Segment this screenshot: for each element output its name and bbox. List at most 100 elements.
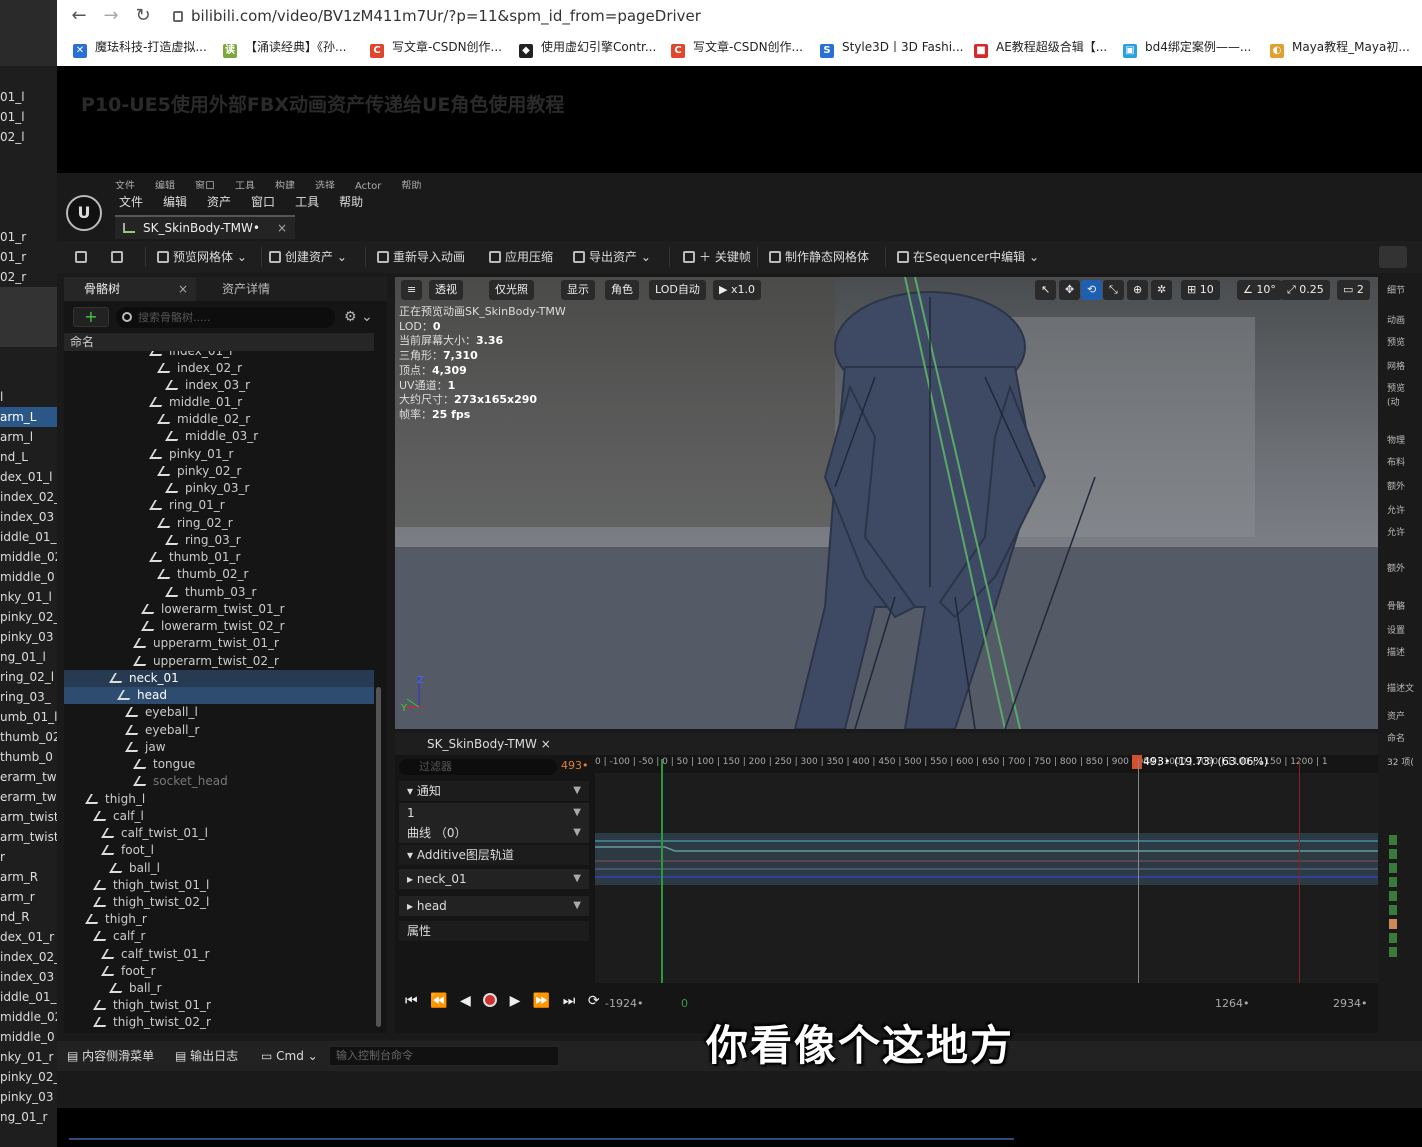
timeline-graph[interactable]: 493• (19.73) (63.06%) <box>595 755 1378 983</box>
toolbar-button[interactable]: 应用压缩 <box>489 248 553 266</box>
bone-row[interactable]: foot_l <box>64 842 374 859</box>
bone-row[interactable]: head <box>64 687 374 704</box>
bone-row[interactable]: calf_twist_01_r <box>64 946 374 963</box>
timeline-track[interactable]: ▸ head ▼ <box>399 896 589 916</box>
menu-item[interactable]: 窗口 <box>251 195 275 209</box>
bone-row[interactable]: tongue <box>64 756 374 773</box>
timeline-tab[interactable]: SK_SkinBody-TMW × <box>401 733 551 755</box>
bone-row[interactable]: ring_01_r <box>64 497 374 514</box>
add-bone-button[interactable]: + <box>73 307 109 327</box>
bone-row[interactable]: lowerarm_twist_01_r <box>64 601 374 618</box>
toolbar-button[interactable]: 创建资产 ⌄ <box>269 248 347 266</box>
strip-item[interactable]: r <box>0 847 57 867</box>
to-end-icon[interactable]: ⏭ <box>563 993 576 1009</box>
menu-item[interactable]: 资产 <box>207 195 231 209</box>
toolbar-button[interactable]: 导出资产 ⌄ <box>573 248 651 266</box>
bone-row[interactable]: jaw <box>64 739 374 756</box>
bookmark-item[interactable]: ✕ 魔珐科技-打造虚拟... <box>73 38 207 58</box>
bone-row[interactable]: calf_l <box>64 808 374 825</box>
save-icon[interactable] <box>75 248 87 266</box>
viewport-button[interactable]: 仅光照 <box>489 280 534 300</box>
viewport-button[interactable]: ▶ x1.0 <box>713 280 761 300</box>
timeline-track[interactable]: ▾ Additive图层轨道 <box>399 845 589 865</box>
strip-item[interactable]: 01_r <box>0 227 57 247</box>
bone-row[interactable]: thigh_twist_01_l <box>64 877 374 894</box>
bone-row[interactable]: middle_03_r <box>64 428 374 445</box>
strip-item[interactable]: 01_l <box>0 87 57 107</box>
track-filter-input[interactable]: 过滤器 <box>399 759 557 775</box>
timeline-track[interactable]: 曲线 （0） ▼ <box>399 823 589 843</box>
bookmark-item[interactable]: C 写文章-CSDN创作... <box>671 38 803 58</box>
transform-tool-icon[interactable]: ↖ <box>1035 280 1057 300</box>
transform-tool-icon[interactable]: ⟲ <box>1081 280 1103 300</box>
bookmark-item[interactable]: 读【涌读经典】《孙... <box>223 38 346 58</box>
viewport-button[interactable]: ⤢ 0.25 <box>1281 280 1330 300</box>
viewport[interactable]: ≡ 透视 仅光照 显示 角色 LOD自动 ▶ x1.0 ⊞ 10 ∠ 10° ⤢ 0.25 ▭ 2 ↖… <box>395 277 1378 729</box>
start-marker[interactable] <box>661 759 663 983</box>
video-progress-bar[interactable] <box>69 1138 1014 1140</box>
transform-tool-icon[interactable]: ✲ <box>1151 280 1173 300</box>
viewport-button[interactable]: LOD自动 <box>649 280 706 300</box>
viewport-button[interactable]: 角色 <box>605 280 639 300</box>
menu-item[interactable]: 文件 <box>119 195 143 209</box>
close-icon[interactable]: × <box>277 217 287 239</box>
strip-item[interactable]: ng_01_l <box>0 647 57 667</box>
toolbar-button[interactable]: 在Sequencer中编辑 ⌄ <box>897 248 1039 266</box>
bone-row[interactable]: calf_twist_01_l <box>64 825 374 842</box>
strip-item[interactable]: arm_R <box>0 867 57 887</box>
bone-row[interactable]: thumb_02_r <box>64 566 374 583</box>
strip-item[interactable]: arm_L <box>0 407 57 427</box>
strip-item[interactable]: middle_02 <box>0 1007 57 1027</box>
bookmark-item[interactable]: ◆ 使用虚幻引擎Contr... <box>519 38 656 58</box>
viewport-button[interactable]: 透视 <box>429 280 463 300</box>
asset-tab[interactable]: SK_SkinBody-TMW• × <box>115 215 295 239</box>
strip-item[interactable]: erarm_twi <box>0 767 57 787</box>
bone-row[interactable]: ring_03_r <box>64 532 374 549</box>
strip-item[interactable]: 02_r <box>0 267 57 287</box>
skeleton-search-input[interactable]: 搜索骨骼树..... <box>116 307 335 328</box>
play-icon[interactable]: ▶ <box>510 993 521 1009</box>
strip-item[interactable]: umb_01_l <box>0 707 57 727</box>
strip-item[interactable]: l <box>0 387 57 407</box>
cmd-dropdown[interactable]: ▭ Cmd ⌄ <box>261 1047 318 1065</box>
strip-item[interactable]: middle_0 <box>0 1027 57 1047</box>
gear-icon[interactable]: ⚙ ⌄ <box>344 307 374 327</box>
timeline-track[interactable]: 1 ▼ <box>399 803 589 823</box>
bone-row[interactable]: ball_r <box>64 980 374 997</box>
bone-row[interactable]: thigh_twist_02_r <box>64 1014 374 1031</box>
strip-item[interactable]: ng_01_r <box>0 1107 57 1127</box>
viewport-button[interactable]: ▭ 2 <box>1337 280 1370 300</box>
strip-item[interactable]: 01_l <box>0 107 57 127</box>
tab-asset-details[interactable]: 资产详情 <box>204 277 270 301</box>
close-icon[interactable]: × <box>541 737 551 751</box>
user-icon[interactable] <box>1379 246 1407 268</box>
timeline-track[interactable]: ▾ 通知 ▼ <box>399 781 589 801</box>
record-icon[interactable] <box>483 993 498 1007</box>
menu-item[interactable]: 编辑 <box>163 195 187 209</box>
transform-tool-icon[interactable]: ⊕ <box>1127 280 1149 300</box>
bookmark-item[interactable]: ■ AE教程超级合辑【... <box>974 38 1107 58</box>
address-bar[interactable]: bilibili.com/video/BV1zM411m7Ur/?p=11&sp… <box>173 4 1373 28</box>
chevron-down-icon[interactable]: ▼ <box>573 869 581 889</box>
strip-item[interactable]: 02_l <box>0 127 57 147</box>
strip-item[interactable]: middle_02 <box>0 547 57 567</box>
strip-item[interactable]: nd_L <box>0 447 57 467</box>
step-forward-icon[interactable]: ⏩ <box>533 993 550 1009</box>
strip-item[interactable]: index_03 <box>0 967 57 987</box>
bone-row[interactable]: lowerarm_twist_02_r <box>64 618 374 635</box>
bone-row[interactable]: neck_01 <box>64 670 374 687</box>
bone-row[interactable]: index_03_r <box>64 377 374 394</box>
menu-item[interactable]: 工具 <box>295 195 319 209</box>
toolbar-button[interactable]: ＋ 关键帧 <box>683 248 751 266</box>
strip-item[interactable]: erarm_twi <box>0 787 57 807</box>
strip-item[interactable]: thumb_0 <box>0 747 57 767</box>
bone-row[interactable]: eyeball_l <box>64 704 374 721</box>
back-icon[interactable]: ← <box>67 4 91 28</box>
bone-row[interactable]: pinky_01_r <box>64 446 374 463</box>
tab-skeleton-tree[interactable]: 骨骼树 × <box>64 277 196 301</box>
transform-tool-icon[interactable]: ✥ <box>1059 280 1081 300</box>
strip-item[interactable]: pinky_02_ <box>0 1067 57 1087</box>
strip-item[interactable]: dex_01_l <box>0 467 57 487</box>
play-reverse-icon[interactable]: ◀ <box>460 993 471 1009</box>
strip-item[interactable]: arm_l <box>0 427 57 447</box>
